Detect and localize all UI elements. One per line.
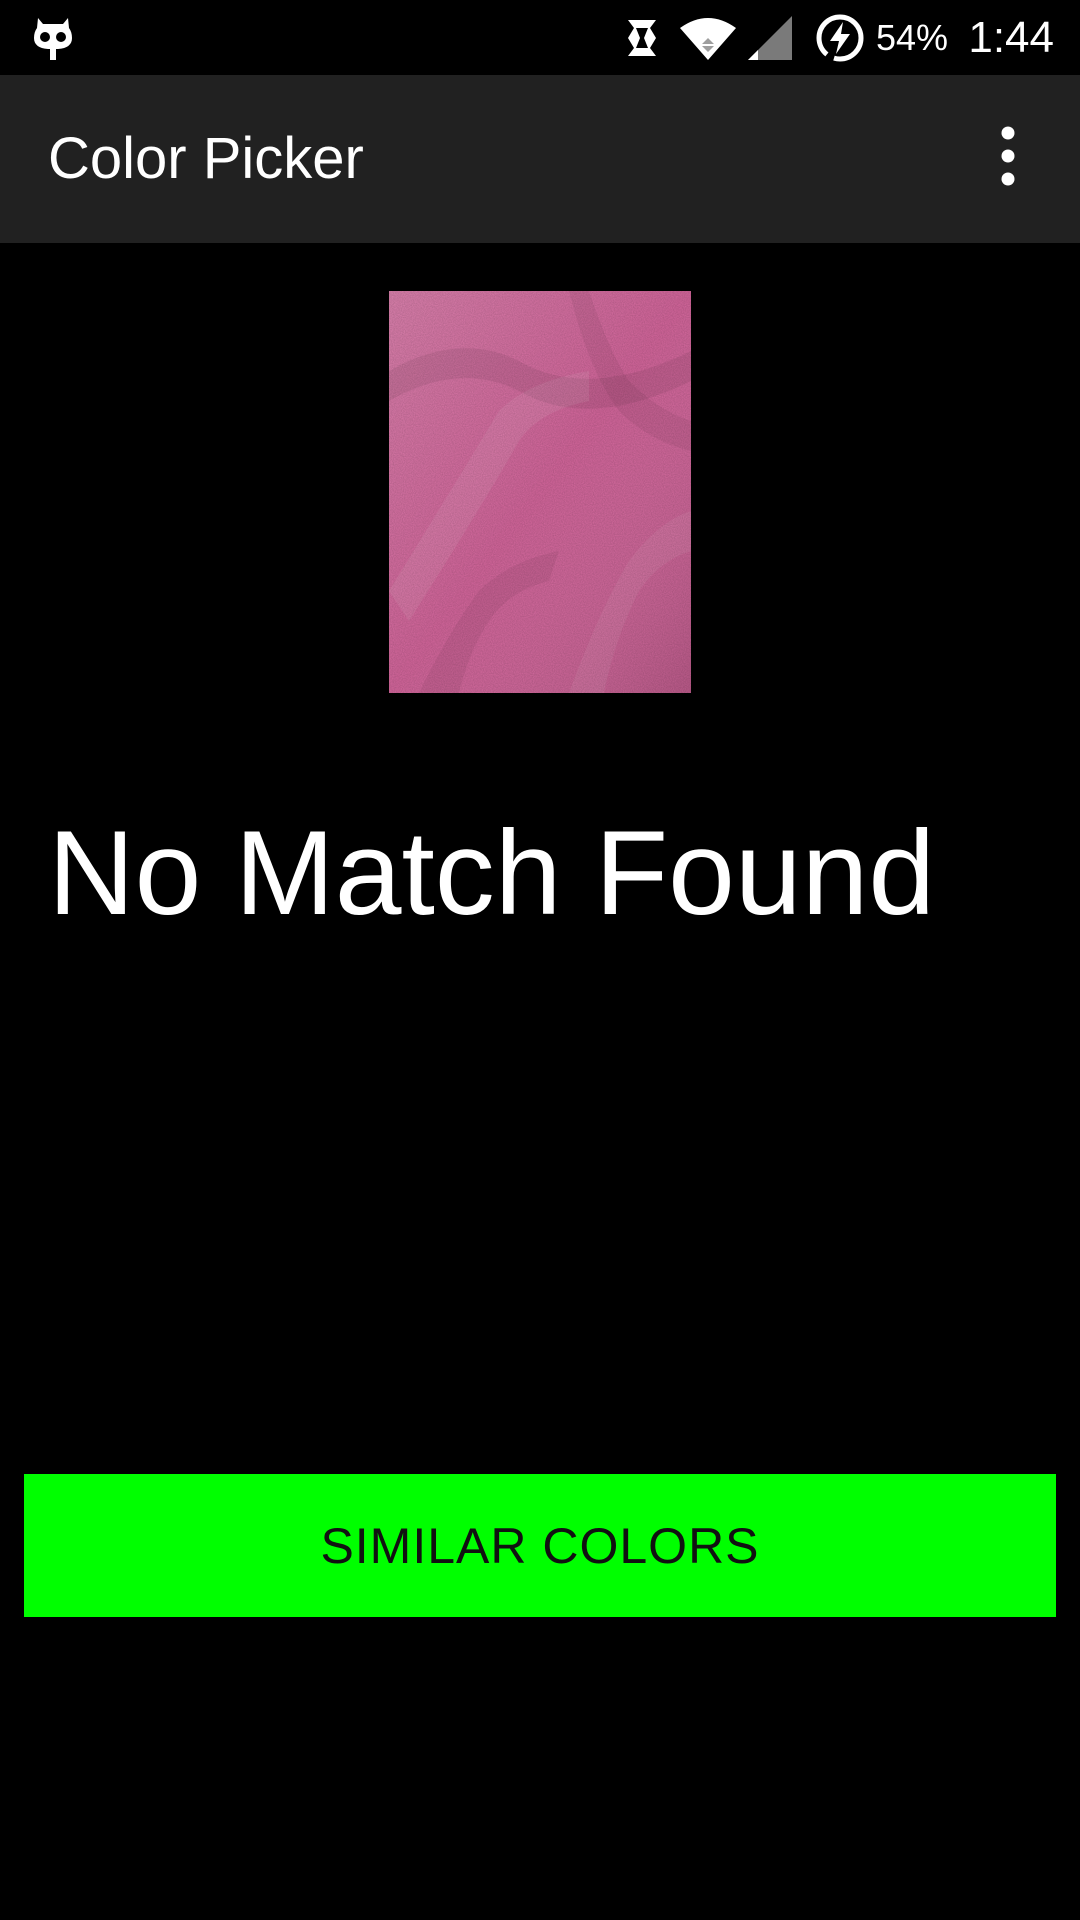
similar-colors-button[interactable]: SIMILAR COLORS <box>24 1474 1056 1617</box>
sync-icon <box>620 14 666 62</box>
wifi-icon <box>678 14 738 62</box>
battery-percent: 54% <box>876 17 949 58</box>
more-vert-icon <box>1001 126 1015 186</box>
cell-signal-icon <box>746 14 794 62</box>
app-title: Color Picker <box>48 126 364 191</box>
fabric-swatch-image <box>389 291 691 693</box>
status-bar: 54% 1:44 <box>0 0 1080 75</box>
app-bar: Color Picker <box>0 75 1080 243</box>
overflow-menu-button[interactable] <box>978 119 1058 199</box>
battery-charging-icon <box>814 12 866 64</box>
result-text: No Match Found <box>48 806 936 940</box>
clock: 1:44 <box>968 13 1054 62</box>
main-content: No Match Found SIMILAR COLORS <box>0 243 1080 1920</box>
cyanogen-icon <box>32 14 74 62</box>
